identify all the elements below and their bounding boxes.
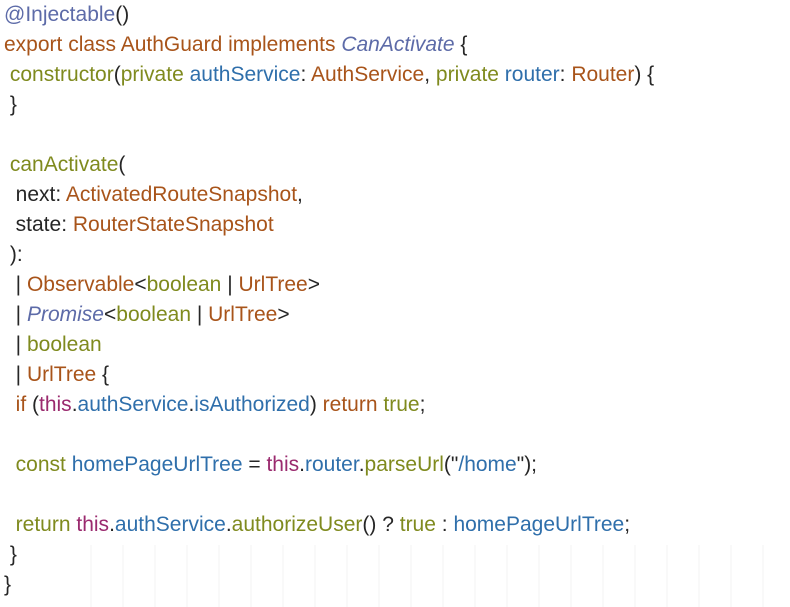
code-token: ; <box>419 393 426 416</box>
code-token: | <box>4 363 27 386</box>
code-token: @Injectable <box>4 3 116 26</box>
code-token: const <box>15 453 66 476</box>
code-token: if <box>15 393 27 416</box>
code-token: () ? <box>362 513 400 536</box>
code-token: | <box>4 303 27 326</box>
code-token: | <box>221 273 239 296</box>
code-token: UrlTree <box>238 273 308 296</box>
code-token: this <box>76 513 110 536</box>
code-token: > <box>277 303 290 326</box>
code-token: authorizeUser <box>231 513 363 536</box>
code-token: (" <box>443 453 459 476</box>
code-token: : <box>559 63 572 86</box>
code-token: boolean <box>26 333 102 356</box>
code-token: ActivatedRouteSnapshot <box>65 183 298 206</box>
code-token: ): <box>4 243 23 266</box>
code-line: | boolean <box>4 330 786 360</box>
code-token: authService <box>77 393 189 416</box>
code-token: UrlTree <box>26 363 97 386</box>
code-token: > <box>307 273 320 296</box>
code-token: "); <box>516 453 538 476</box>
code-line: export class AuthGuard implements CanAct… <box>4 30 786 60</box>
code-token: parseUrl <box>364 453 444 476</box>
code-line: if (this.authService.isAuthorized) retur… <box>4 390 786 420</box>
code-token: router <box>504 63 560 86</box>
code-token: () <box>115 3 130 26</box>
code-token: ( <box>118 153 126 176</box>
code-line: constructor(private authService: AuthSer… <box>4 60 786 90</box>
code-token: private <box>120 63 190 86</box>
code-token: < <box>104 303 117 326</box>
code-token: state: <box>4 213 73 236</box>
code-token: isAuthorized <box>194 393 310 416</box>
code-token: , <box>297 183 303 206</box>
code-token: : <box>435 513 454 536</box>
code-token: { <box>96 363 110 386</box>
code-token: router <box>305 453 359 476</box>
code-token: UrlTree <box>208 303 278 326</box>
code-token: homePageUrlTree <box>453 513 625 536</box>
code-token: this <box>266 453 300 476</box>
code-token: RouterStateSnapshot <box>72 213 274 236</box>
code-token: ) { <box>634 63 655 86</box>
code-line: | UrlTree { <box>4 360 786 390</box>
code-token: next: <box>4 183 66 206</box>
code-token: | <box>4 333 27 356</box>
code-token: CanActivate <box>341 33 455 56</box>
code-token: ( <box>113 63 121 86</box>
code-token: | <box>4 273 27 296</box>
code-token: export class AuthGuard implements <box>4 33 342 56</box>
code-token: this <box>39 393 72 416</box>
code-line: } <box>4 90 786 120</box>
code-line: } <box>4 570 786 600</box>
code-token: return <box>322 393 378 416</box>
code-token: true <box>383 393 420 416</box>
code-token: = <box>242 453 267 476</box>
code-token: : <box>300 63 312 86</box>
code-token: ) <box>309 393 323 416</box>
code-line: state: RouterStateSnapshot <box>4 210 786 240</box>
code-token: < <box>134 273 147 296</box>
code-line: ): <box>4 240 786 270</box>
code-token: homePageUrlTree <box>71 453 243 476</box>
code-token: boolean <box>116 303 192 326</box>
code-token: true <box>399 513 436 536</box>
code-line: return this.authService.authorizeUser() … <box>4 510 786 540</box>
code-token: /home <box>458 453 517 476</box>
code-line: next: ActivatedRouteSnapshot, <box>4 180 786 210</box>
code-token: return <box>15 513 71 536</box>
code-token: constructor <box>9 63 114 86</box>
code-token: { <box>454 33 468 56</box>
code-token: ( <box>26 393 39 416</box>
code-token: | <box>191 303 209 326</box>
code-token: } <box>4 543 17 566</box>
code-line: | Promise<boolean | UrlTree> <box>4 300 786 330</box>
code-editor: @Injectable() export class AuthGuard impl… <box>4 0 786 600</box>
code-token: authService <box>114 513 226 536</box>
code-token: private <box>435 63 505 86</box>
code-line: @Injectable() <box>4 0 786 30</box>
code-token: boolean <box>146 273 222 296</box>
code-token: canActivate <box>9 153 119 176</box>
code-line: } <box>4 540 786 570</box>
code-token: ; <box>624 513 631 536</box>
code-token: AuthService <box>311 63 425 86</box>
code-token: } <box>4 93 17 116</box>
code-token: } <box>4 573 12 596</box>
code-token: Router <box>571 63 635 86</box>
code-line: canActivate( <box>4 150 786 180</box>
code-token: authService <box>189 63 301 86</box>
code-token: , <box>424 63 436 86</box>
code-token: Promise <box>26 303 104 326</box>
code-token: Observable <box>26 273 135 296</box>
code-line: | Observable<boolean | UrlTree> <box>4 270 786 300</box>
code-line: const homePageUrlTree = this.router.pars… <box>4 450 786 480</box>
